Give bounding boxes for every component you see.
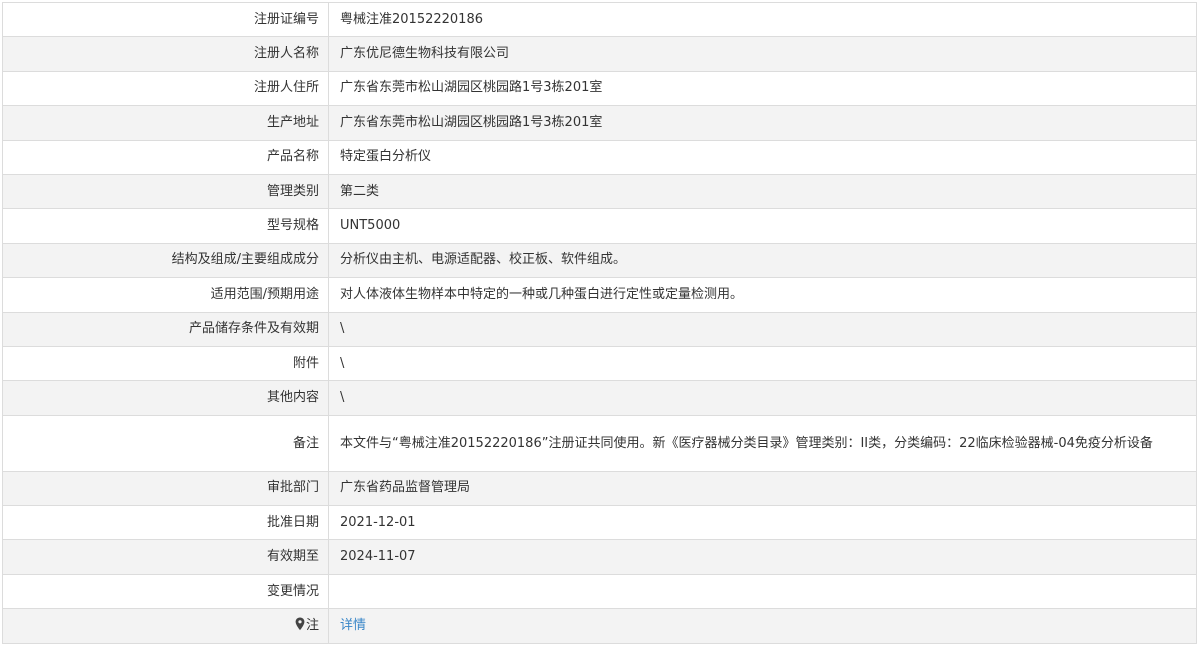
table-row: 审批部门 广东省药品监督管理局 — [2, 470, 1197, 507]
note-label-cell: 注 — [2, 608, 329, 644]
field-value: 特定蛋白分析仪 — [328, 139, 1197, 175]
field-label: 型号规格 — [2, 208, 329, 244]
table-row: 型号规格 UNT5000 — [2, 208, 1197, 244]
table-row: 附件 \ — [2, 345, 1197, 382]
field-value: 2024-11-07 — [328, 539, 1197, 575]
field-value: 广东优尼德生物科技有限公司 — [328, 36, 1197, 72]
table-row: 适用范围/预期用途 对人体液体生物样本中特定的一种或几种蛋白进行定性或定量检测用… — [2, 277, 1197, 313]
field-label: 生产地址 — [2, 105, 329, 141]
field-value: \ — [328, 380, 1197, 416]
table-row: 生产地址 广东省东莞市松山湖园区桃园路1号3栋201室 — [2, 105, 1197, 141]
field-label: 注册证编号 — [2, 1, 329, 38]
field-label: 结构及组成/主要组成成分 — [2, 242, 329, 279]
table-row: 产品名称 特定蛋白分析仪 — [2, 139, 1197, 175]
field-value — [328, 573, 1197, 610]
field-value: \ — [328, 345, 1197, 382]
note-label: 注 — [305, 617, 319, 633]
field-value: 广东省药品监督管理局 — [328, 470, 1197, 507]
field-label: 产品名称 — [2, 139, 329, 175]
field-label: 审批部门 — [2, 470, 329, 507]
field-label: 变更情况 — [2, 573, 329, 610]
field-label: 注册人住所 — [2, 70, 329, 107]
field-value: 对人体液体生物样本中特定的一种或几种蛋白进行定性或定量检测用。 — [328, 277, 1197, 313]
field-label: 其他内容 — [2, 380, 329, 416]
table-row: 结构及组成/主要组成成分 分析仪由主机、电源适配器、校正板、软件组成。 — [2, 242, 1197, 279]
field-value: 广东省东莞市松山湖园区桃园路1号3栋201室 — [328, 105, 1197, 141]
details-link[interactable]: 详情 — [340, 618, 366, 633]
field-label: 适用范围/预期用途 — [2, 277, 329, 313]
field-label: 有效期至 — [2, 539, 329, 575]
field-label: 产品储存条件及有效期 — [2, 311, 329, 347]
table-row: 备注 本文件与“粤械注准20152220186”注册证共同使用。新《医疗器械分类… — [2, 414, 1197, 472]
field-label: 注册人名称 — [2, 36, 329, 72]
field-value: 粤械注准20152220186 — [328, 1, 1197, 38]
table-row: 变更情况 — [2, 573, 1197, 610]
table-row: 注册人名称 广东优尼德生物科技有限公司 — [2, 36, 1197, 72]
table-row: 注册证编号 粤械注准20152220186 — [2, 1, 1197, 38]
table-row: 管理类别 第二类 — [2, 173, 1197, 210]
table-row: 有效期至 2024-11-07 — [2, 539, 1197, 575]
field-label: 批准日期 — [2, 505, 329, 541]
field-value: 2021-12-01 — [328, 505, 1197, 541]
field-value: 第二类 — [328, 173, 1197, 210]
registration-detail-table: 注册证编号 粤械注准20152220186 注册人名称 广东优尼德生物科技有限公… — [2, 1, 1197, 644]
field-value: 分析仪由主机、电源适配器、校正板、软件组成。 — [328, 242, 1197, 279]
table-row: 注 详情 — [2, 608, 1197, 644]
table-row: 产品储存条件及有效期 \ — [2, 311, 1197, 347]
field-label: 附件 — [2, 345, 329, 382]
note-value-cell: 详情 — [328, 608, 1197, 644]
field-value: UNT5000 — [328, 208, 1197, 244]
map-pin-icon — [295, 617, 305, 631]
field-label: 管理类别 — [2, 173, 329, 210]
field-value: 广东省东莞市松山湖园区桃园路1号3栋201室 — [328, 70, 1197, 107]
field-value: \ — [328, 311, 1197, 347]
table-row: 批准日期 2021-12-01 — [2, 505, 1197, 541]
field-value: 本文件与“粤械注准20152220186”注册证共同使用。新《医疗器械分类目录》… — [328, 414, 1197, 472]
table-row: 其他内容 \ — [2, 380, 1197, 416]
field-label: 备注 — [2, 414, 329, 472]
table-row: 注册人住所 广东省东莞市松山湖园区桃园路1号3栋201室 — [2, 70, 1197, 107]
